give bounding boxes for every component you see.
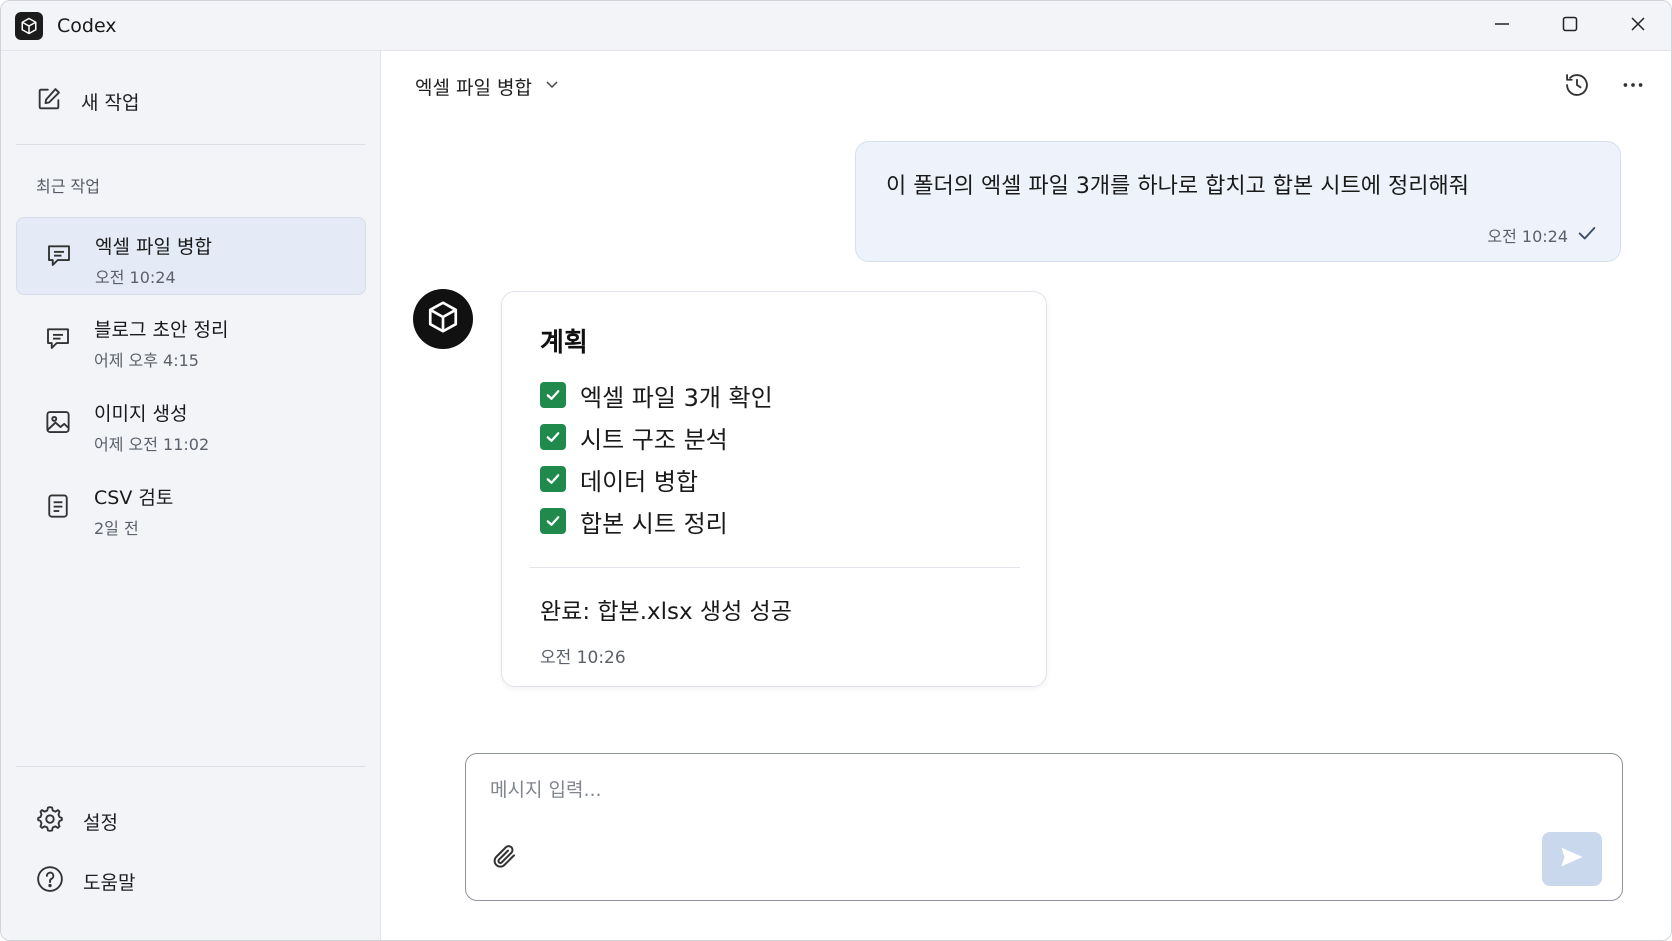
title-bar: Codex [1,1,1671,51]
chat-main: 엑셀 파일 병합 이 폴더의 엑셀 파일 3개를 하나로 합치고 합본 시트에 … [381,51,1671,940]
plan-title: 계획 [540,328,588,358]
message-composer [465,753,1623,901]
sidebar-task-blog-draft[interactable]: 블로그 초안 정리 어제 오후 4:15 [16,301,366,379]
user-message: 이 폴더의 엑셀 파일 3개를 하나로 합치고 합본 시트에 정리해줘 오전 1… [855,141,1621,262]
task-title: 블로그 초안 정리 [94,319,229,341]
codex-cube-icon [425,299,461,339]
conversation-title-dropdown[interactable]: 엑셀 파일 병합 [415,71,560,101]
new-task-button[interactable]: 새 작업 [35,81,139,121]
plan-item-label: 합본 시트 정리 [580,509,728,538]
user-message-time: 오전 10:24 [1487,227,1568,246]
history-icon [1563,71,1591,103]
task-time: 오전 10:24 [95,268,176,287]
chat-icon [43,323,73,353]
task-title: 이미지 생성 [94,403,188,425]
settings-label: 설정 [83,811,118,834]
close-icon [1630,16,1646,36]
message-input[interactable] [490,772,1490,808]
app-title: Codex [57,15,117,37]
app-window: Codex 새 작업 최근 작업 엑셀 파일 병합 오전 10:24 블로그 초… [0,0,1672,941]
plan-item: 합본 시트 정리 [540,505,728,538]
maximize-icon [1562,16,1578,36]
checkbox-checked-icon [540,382,566,408]
sidebar-task-image-generation[interactable]: 이미지 생성 어제 오전 11:02 [16,385,366,463]
user-message-meta: 오전 10:24 [1487,222,1598,248]
image-icon [43,407,73,437]
result-text: 완료: 합본.xlsx 생성 성공 [540,599,792,625]
task-title: 엑셀 파일 병합 [95,236,212,258]
send-icon [1558,843,1586,875]
task-time: 어제 오전 11:02 [94,435,210,454]
plan-item-label: 데이터 병합 [580,467,699,496]
chevron-down-icon [544,75,560,97]
plan-item-label: 시트 구조 분석 [580,425,728,454]
minimize-button[interactable] [1469,1,1535,51]
assistant-message: 계획 엑셀 파일 3개 확인 시트 구조 분석 데이터 병합 합본 시트 정리 … [501,291,1047,687]
maximize-button[interactable] [1537,1,1603,51]
sidebar-task-excel-merge[interactable]: 엑셀 파일 병합 오전 10:24 [16,217,366,295]
card-divider [530,567,1020,568]
help-label: 도움말 [83,871,136,894]
plan-item: 시트 구조 분석 [540,421,728,454]
sidebar-bottom-divider [16,766,366,767]
plan-item: 데이터 병합 [540,463,699,496]
minimize-icon [1494,16,1510,36]
send-button[interactable] [1542,832,1602,886]
checkbox-checked-icon [540,508,566,534]
new-task-label: 새 작업 [81,91,140,114]
sidebar: 새 작업 최근 작업 엑셀 파일 병합 오전 10:24 블로그 초안 정리 어… [1,51,381,940]
more-options-button[interactable] [1613,67,1653,107]
history-button[interactable] [1557,67,1597,107]
task-time: 어제 오후 4:15 [94,351,199,370]
task-time: 2일 전 [94,519,139,538]
checkbox-checked-icon [540,466,566,492]
chat-icon [44,240,74,270]
help-icon [35,864,65,899]
sidebar-task-csv-review[interactable]: CSV 검토 2일 전 [16,469,366,547]
task-title: CSV 검토 [94,487,174,509]
gear-icon [35,804,65,839]
assistant-message-time: 오전 10:26 [540,648,626,668]
conversation-title: 엑셀 파일 병합 [415,76,532,99]
document-icon [43,491,73,521]
paperclip-icon [489,841,519,875]
attach-button[interactable] [484,838,524,878]
checkbox-checked-icon [540,424,566,450]
assistant-avatar [413,289,473,349]
codex-cube-icon [15,12,43,40]
more-icon [1620,72,1646,102]
recent-tasks-heading: 최근 작업 [36,177,100,196]
close-button[interactable] [1605,1,1671,51]
help-button[interactable]: 도움말 [35,861,135,901]
check-icon [1576,222,1598,248]
plan-item: 엑셀 파일 3개 확인 [540,379,773,412]
edit-icon [35,85,63,118]
settings-button[interactable]: 설정 [35,801,118,841]
sidebar-divider [16,144,366,145]
plan-item-label: 엑셀 파일 3개 확인 [580,383,773,412]
user-message-text: 이 폴더의 엑셀 파일 3개를 하나로 합치고 합본 시트에 정리해줘 [886,174,1469,199]
